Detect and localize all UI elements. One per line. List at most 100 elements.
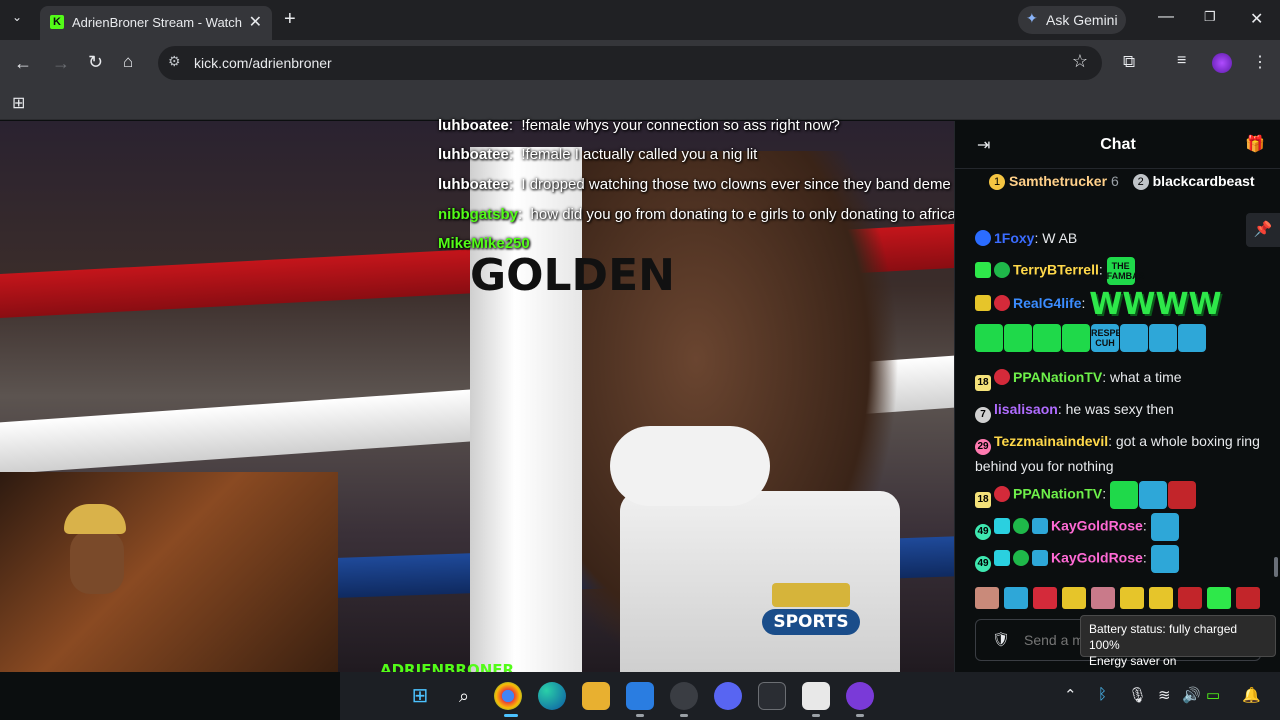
- store-icon[interactable]: [626, 682, 654, 710]
- minimize-icon[interactable]: —: [1158, 8, 1174, 26]
- chat-message: 7 lisalisaon: he was sexy then: [975, 398, 1261, 423]
- fambas-emote-icon: [1033, 324, 1061, 353]
- overlay-chat-line: luhboatee: I dropped watching those two …: [438, 176, 951, 193]
- chat-scrollbar[interactable]: [1274, 557, 1278, 577]
- close-icon[interactable]: ✕: [1250, 9, 1263, 29]
- boxing-glove: [610, 426, 770, 506]
- overlay-chat-line: luhboatee: !female I actually called you…: [438, 146, 758, 163]
- fambas-emote-icon: [1109, 481, 1138, 509]
- slack-icon[interactable]: [802, 682, 830, 710]
- w-emote-icon: W: [1155, 287, 1188, 322]
- chat-username[interactable]: TerryBTerrell: [1013, 262, 1099, 278]
- maximize-icon[interactable]: ❐: [1204, 9, 1216, 25]
- emote-icon[interactable]: [1149, 587, 1173, 609]
- emote-icon[interactable]: [1062, 587, 1086, 609]
- site-info-icon[interactable]: ⚙: [168, 53, 181, 70]
- battery-icon[interactable]: ▭: [1206, 686, 1220, 704]
- notification-bell-icon[interactable]: 🔔: [1242, 686, 1261, 704]
- extensions-icon[interactable]: ⧉: [1123, 52, 1135, 72]
- home-icon[interactable]: ⌂: [123, 52, 133, 72]
- gem-badge-icon: [994, 261, 1010, 278]
- discord-icon[interactable]: [714, 682, 742, 710]
- browser-tab[interactable]: K AdrienBroner Stream - Watch L ✕: [40, 6, 272, 40]
- streamer-webcam: [0, 472, 338, 672]
- months-badge: 49: [975, 555, 991, 572]
- fambas-emote-icon: [975, 324, 1003, 353]
- app-indicator: [680, 714, 688, 717]
- microphone-icon[interactable]: 🎙: [1128, 686, 1147, 704]
- months-badge: 29: [975, 439, 991, 455]
- chat-message: 49 KayGoldRose:: [975, 545, 1261, 573]
- emote-icon[interactable]: [1207, 587, 1231, 609]
- gem-badge-icon: [975, 230, 991, 246]
- emote-icon[interactable]: [1236, 587, 1260, 609]
- gifter-name[interactable]: Samthetrucker: [1009, 173, 1107, 189]
- overlay-chat-text: I dropped watching those two clowns ever…: [521, 176, 951, 193]
- kick-favicon-icon: K: [50, 15, 64, 29]
- app-indicator: [856, 714, 864, 717]
- chat-username[interactable]: Tezzmainaindevil: [994, 433, 1108, 449]
- emote-icon[interactable]: [1120, 587, 1144, 609]
- emote-quick-bar: [975, 587, 1275, 613]
- volume-icon[interactable]: 🔊: [1182, 686, 1201, 704]
- menu-icon[interactable]: ⋮: [1252, 52, 1268, 72]
- start-icon[interactable]: ⊞: [406, 682, 434, 710]
- video-player[interactable]: GOLDEN SPORTS ADRIENBRONER: [0, 121, 954, 672]
- overlay-chat-user: luhboatee: [438, 146, 509, 163]
- profile-avatar-icon[interactable]: [1212, 53, 1232, 73]
- gift-icon[interactable]: 🎁: [1245, 134, 1265, 154]
- app-indicator: [636, 714, 644, 717]
- chat-username[interactable]: RealG4life: [1013, 295, 1081, 311]
- gifter-count: 6: [1110, 173, 1119, 189]
- gifter-rank: 2: [1132, 174, 1149, 191]
- chat-message: RealG4life: WWWW RESPECT CUH: [975, 287, 1261, 353]
- file-explorer-icon[interactable]: [582, 682, 610, 710]
- wifi-icon[interactable]: ≋: [1158, 686, 1171, 704]
- address-bar[interactable]: ⚙ kick.com/adrienbroner ☆: [158, 46, 1102, 80]
- bluetooth-icon[interactable]: ᛒ: [1098, 686, 1107, 703]
- snipping-tool-icon[interactable]: [670, 682, 698, 710]
- overlay-chat-line: luhboatee: !female whys your connection …: [438, 117, 840, 134]
- chat-username[interactable]: PPANationTV: [1013, 369, 1102, 385]
- chat-username[interactable]: PPANationTV: [1013, 486, 1102, 502]
- app-indicator: [812, 714, 820, 717]
- chat-message: 18 PPANationTV: what a time: [975, 366, 1261, 391]
- chevron-up-icon[interactable]: ⌃: [1064, 686, 1077, 704]
- emote-icon[interactable]: [1004, 587, 1028, 609]
- fambas-emote-icon: THE FAMBAS: [1106, 257, 1145, 285]
- fambas-emote-icon: [1150, 513, 1179, 541]
- taskbar: ⊞ ⌕ ⌃ ᛒ 🎙 ≋ 🔊 ▭ 🔔: [340, 672, 1280, 720]
- reload-icon[interactable]: ↻: [88, 52, 103, 73]
- tab-search-icon[interactable]: ⌄: [12, 10, 22, 24]
- search-icon[interactable]: ⌕: [450, 682, 478, 710]
- emote-icon[interactable]: [1091, 587, 1115, 609]
- fambas-emote-icon: [1062, 324, 1090, 353]
- bookmark-star-icon[interactable]: ☆: [1072, 51, 1088, 72]
- apps-icon[interactable]: ⊞: [12, 93, 25, 113]
- gifter-name[interactable]: blackcardbeast: [1153, 173, 1255, 189]
- overlay-chat-user: luhboatee: [438, 176, 509, 193]
- back-icon[interactable]: ←: [14, 53, 32, 74]
- edge-icon[interactable]: [538, 682, 566, 710]
- tab-title: AdrienBroner Stream - Watch L: [72, 15, 244, 30]
- gem-badge-icon: [994, 295, 1010, 312]
- chat-username[interactable]: KayGoldRose: [1051, 550, 1143, 566]
- new-tab-button[interactable]: +: [284, 8, 296, 31]
- chrome-icon[interactable]: [494, 682, 522, 710]
- emote-icon[interactable]: [1033, 587, 1057, 609]
- fambas-emote-icon: [1150, 545, 1179, 573]
- ask-gemini-button[interactable]: ✦ Ask Gemini: [1018, 6, 1126, 34]
- tab-close-icon[interactable]: ✕: [249, 12, 262, 32]
- boxer-shorts: [620, 491, 900, 672]
- forward-icon[interactable]: →: [52, 53, 70, 74]
- emote-icon[interactable]: [975, 587, 999, 609]
- chat-username[interactable]: KayGoldRose: [1051, 518, 1143, 534]
- chat-username[interactable]: lisalisaon: [994, 401, 1058, 417]
- fambas-emote-icon: [1004, 324, 1032, 353]
- media-icon[interactable]: ≡: [1177, 52, 1186, 70]
- vip-badge-icon: [1032, 517, 1048, 534]
- emote-icon[interactable]: [1178, 587, 1202, 609]
- app-icon[interactable]: [846, 682, 874, 710]
- chat-username[interactable]: 1Foxy: [994, 230, 1034, 246]
- terminal-icon[interactable]: [758, 682, 786, 710]
